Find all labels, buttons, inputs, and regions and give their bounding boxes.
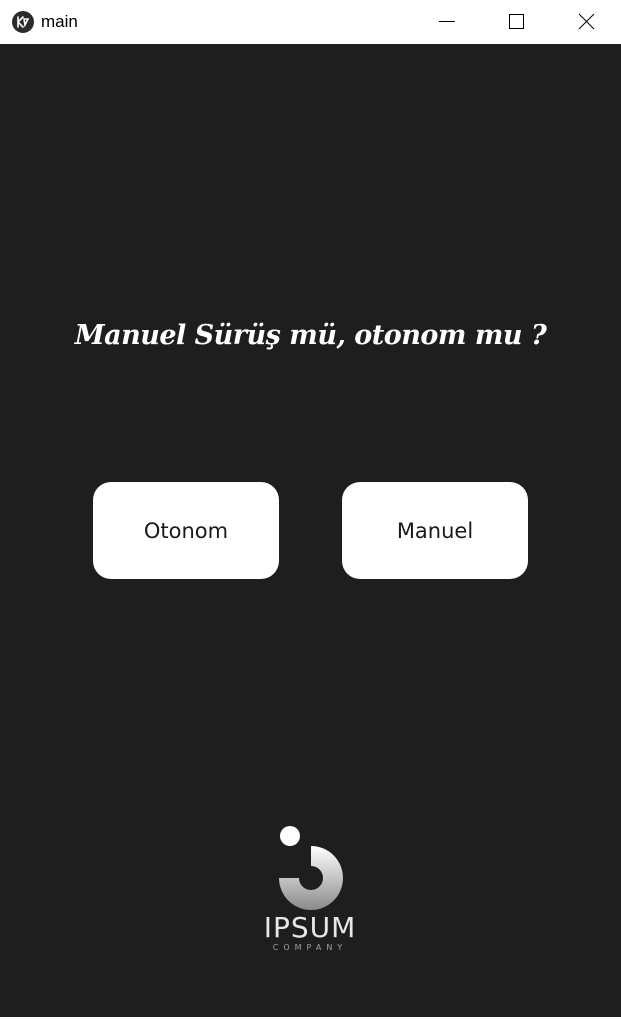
close-icon xyxy=(578,13,595,30)
company-logo: IPSUM COMPANY xyxy=(255,820,365,960)
minimize-icon xyxy=(439,21,455,22)
title-bar[interactable]: main xyxy=(0,0,621,44)
main-content: Manuel Sürüş mü, otonom mu ? Otonom Manu… xyxy=(0,44,621,1019)
mode-question: Manuel Sürüş mü, otonom mu ? xyxy=(74,320,547,351)
logo-subtitle: COMPANY xyxy=(272,943,348,952)
maximize-button[interactable] xyxy=(493,0,539,44)
window-title: main xyxy=(41,12,78,31)
close-button[interactable] xyxy=(563,0,609,44)
logo-mark-icon xyxy=(279,826,343,910)
manuel-button[interactable]: Manuel xyxy=(342,482,528,579)
app-icon xyxy=(12,11,34,33)
app-window: main Manuel Sürüş mü, otonom mu ? Otonom… xyxy=(0,0,621,1019)
otonom-button[interactable]: Otonom xyxy=(93,482,279,579)
logo-wordmark: IPSUM xyxy=(263,911,357,944)
minimize-button[interactable] xyxy=(424,0,470,44)
maximize-icon xyxy=(509,14,524,29)
